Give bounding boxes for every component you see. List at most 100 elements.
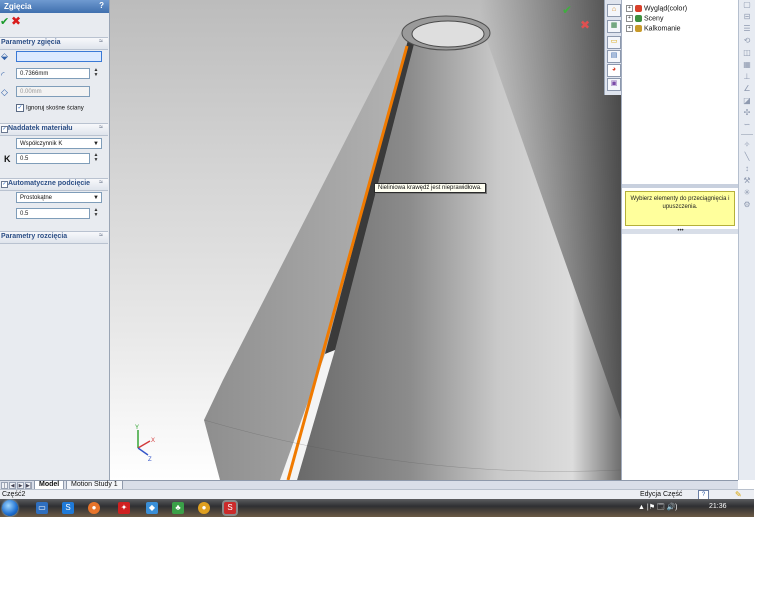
section-material-allowance[interactable]: ✓ Naddatek materiału ≈ bbox=[0, 123, 108, 136]
allowance-type-value: Współczynnik K bbox=[20, 141, 63, 147]
section-auto-relief-label: Automatyczne podcięcie bbox=[8, 180, 91, 187]
property-manager: Zgięcia ? ✔ ✖ Parametry zgięcia ≈ ⬙ ◜ 0.… bbox=[0, 0, 110, 480]
help-button[interactable]: ? bbox=[99, 1, 104, 10]
tree-item-decals[interactable]: + Kalkomanie bbox=[626, 25, 681, 32]
ok-button[interactable]: ✔ bbox=[0, 15, 9, 28]
next-tab-icon[interactable]: ▶ bbox=[17, 482, 24, 489]
toolbar-move-icon[interactable]: ✣ bbox=[742, 108, 752, 118]
design-library-icon[interactable]: ▦ bbox=[607, 20, 621, 33]
svg-text:Y: Y bbox=[135, 425, 139, 431]
file-explorer-icon[interactable]: ▭ bbox=[607, 36, 621, 49]
taskbar-media-icon[interactable]: ● bbox=[198, 502, 210, 514]
toolbar-angle-icon[interactable]: ∠ bbox=[742, 84, 752, 94]
k-factor-label: K bbox=[4, 154, 11, 164]
chevron-up-icon[interactable]: ≈ bbox=[99, 179, 103, 186]
cancel-button[interactable]: ✖ bbox=[11, 14, 21, 28]
confirm-corner-check-icon[interactable]: ✔ bbox=[562, 3, 572, 17]
system-tray[interactable]: ▲ |⚑ 🗔 🔊) bbox=[638, 503, 678, 514]
toolbar-rotate-icon[interactable]: ⟲ bbox=[742, 36, 752, 46]
chevron-down-icon: ▼ bbox=[93, 141, 99, 147]
toolbar-line-icon[interactable]: ╲ bbox=[742, 152, 752, 162]
task-pane-tabs: ⌂ ▦ ▭ ▤ ◕ ▣ bbox=[604, 0, 622, 95]
ignore-beveled-checkbox[interactable]: ✓ Ignoruj skośne ściany bbox=[16, 104, 84, 112]
section-bend-parameters-label: Parametry zgięcia bbox=[1, 39, 61, 46]
toolbar-wrench-icon[interactable]: ⚒ bbox=[742, 176, 752, 186]
svg-text:X: X bbox=[151, 438, 155, 444]
pane-splitter-handle[interactable]: ••• bbox=[622, 228, 739, 234]
toolbar-list-icon[interactable]: ☰ bbox=[742, 24, 752, 34]
fixed-face-icon: ⬙ bbox=[1, 51, 8, 61]
k-factor-spinner[interactable]: ▲ ▼ bbox=[92, 153, 100, 164]
pane-splitter[interactable] bbox=[622, 184, 739, 188]
expand-icon[interactable]: + bbox=[626, 5, 633, 12]
tree-item-label: Wygląd(color) bbox=[644, 5, 688, 13]
fixed-face-input[interactable] bbox=[16, 51, 102, 62]
bend-radius-input[interactable]: 0.7366mm bbox=[16, 68, 90, 79]
section-checkbox[interactable]: ✓ bbox=[1, 126, 8, 133]
thickness-icon: ◇ bbox=[1, 87, 8, 97]
start-button[interactable] bbox=[2, 500, 18, 516]
toolbar-dim-icon[interactable]: ↕ bbox=[742, 164, 752, 174]
tree-item-appearances[interactable]: + Wygląd(color) bbox=[626, 5, 687, 12]
status-document-name: Część2 bbox=[2, 491, 26, 498]
toolbar-gear-icon[interactable]: ⚙ bbox=[742, 200, 752, 210]
graphics-viewport[interactable]: Y X Z Nieliniowa krawędź jest nieprawidł… bbox=[110, 0, 621, 480]
expand-icon[interactable]: + bbox=[626, 15, 633, 22]
toolbar-grid-icon[interactable]: ▦ bbox=[742, 60, 752, 70]
toolbar-box-icon[interactable]: ▢ bbox=[742, 0, 752, 10]
toolbar-plane-icon[interactable]: ◪ bbox=[742, 96, 752, 106]
taskbar-skype-icon[interactable]: S bbox=[62, 502, 74, 514]
taskbar-network-icon[interactable]: ♣ bbox=[172, 502, 184, 514]
chevron-up-icon[interactable]: ≈ bbox=[99, 38, 103, 45]
last-tab-icon[interactable]: ▶| bbox=[25, 482, 32, 489]
home-icon[interactable]: ⌂ bbox=[607, 4, 621, 17]
pencil-icon[interactable]: ✎ bbox=[735, 490, 742, 499]
taskbar-explorer-icon[interactable]: ▭ bbox=[36, 502, 48, 514]
confirm-corner-cancel-icon[interactable]: ✖ bbox=[580, 18, 590, 32]
ignore-beveled-label: Ignoruj skośne ściany bbox=[26, 105, 84, 112]
tree-item-label: Kalkomanie bbox=[644, 25, 681, 33]
taskbar-clock[interactable]: 21:36 bbox=[709, 503, 727, 510]
view-palette-icon[interactable]: ▤ bbox=[607, 50, 621, 63]
property-manager-actions: ✔ ✖ bbox=[0, 14, 109, 30]
cone-model[interactable]: Y X Z bbox=[110, 0, 621, 480]
tree-item-scenes[interactable]: + Sceny bbox=[626, 15, 663, 22]
checkbox-checked-icon: ✓ bbox=[16, 104, 24, 112]
task-pane: + Wygląd(color) + Sceny + Kalkomanie Wybier… bbox=[621, 0, 739, 480]
toolbar-axis-icon[interactable]: ⊥ bbox=[742, 72, 752, 82]
appearances-icon[interactable]: ◕ bbox=[607, 64, 621, 77]
chevron-up-icon[interactable]: ≈ bbox=[99, 124, 103, 131]
section-rip-parameters[interactable]: Parametry rozcięcia ≈ bbox=[0, 231, 108, 244]
toolbar-curve-icon[interactable]: ∽ bbox=[742, 120, 752, 130]
toolbar-tool-icon[interactable]: ✧ bbox=[742, 140, 752, 150]
decal-icon bbox=[635, 25, 642, 32]
section-auto-relief[interactable]: ✓ Automatyczne podcięcie ≈ bbox=[0, 178, 108, 191]
bend-radius-spinner[interactable]: ▲ ▼ bbox=[92, 68, 100, 79]
windows-taskbar: ▭ S ● ✦ ◆ ♣ ● S ▲ |⚑ 🗔 🔊) 21:36 bbox=[0, 499, 754, 517]
custom-properties-icon[interactable]: ▣ bbox=[607, 78, 621, 91]
prev-tab-icon[interactable]: ◀ bbox=[9, 482, 16, 489]
thickness-input[interactable]: 0.00mm bbox=[16, 86, 90, 97]
relief-ratio-input[interactable]: 0.5 bbox=[16, 208, 90, 219]
taskbar-solidworks-icon[interactable]: S bbox=[224, 502, 236, 514]
expand-icon[interactable]: + bbox=[626, 25, 633, 32]
chevron-down-icon[interactable]: ≈ bbox=[99, 232, 103, 239]
toolbar-sketch-icon[interactable]: ⊟ bbox=[742, 12, 752, 22]
toolbar-separator bbox=[741, 134, 753, 135]
relief-type-select[interactable]: Prostokątne ▼ bbox=[16, 192, 102, 203]
axis-triad-icon: Y X Z bbox=[135, 425, 155, 463]
taskbar-paint-icon[interactable]: ◆ bbox=[146, 502, 158, 514]
first-tab-icon[interactable]: |◀ bbox=[1, 482, 8, 496]
relief-type-value: Prostokątne bbox=[20, 195, 53, 201]
toolbar-frame-icon[interactable]: ◫ bbox=[742, 48, 752, 58]
taskbar-app-icon[interactable]: ✦ bbox=[118, 502, 130, 514]
taskbar-firefox-icon[interactable]: ● bbox=[88, 502, 100, 514]
allowance-type-select[interactable]: Współczynnik K ▼ bbox=[16, 138, 102, 149]
relief-ratio-spinner[interactable]: ▲ ▼ bbox=[92, 208, 100, 219]
cone-top-hole bbox=[411, 20, 485, 48]
k-factor-input[interactable]: 0.5 bbox=[16, 153, 90, 164]
section-checkbox[interactable]: ✓ bbox=[1, 181, 8, 188]
toolbar-star-icon[interactable]: ✳ bbox=[742, 188, 752, 198]
section-bend-parameters[interactable]: Parametry zgięcia ≈ bbox=[0, 37, 108, 50]
chevron-down-icon: ▼ bbox=[93, 195, 99, 201]
